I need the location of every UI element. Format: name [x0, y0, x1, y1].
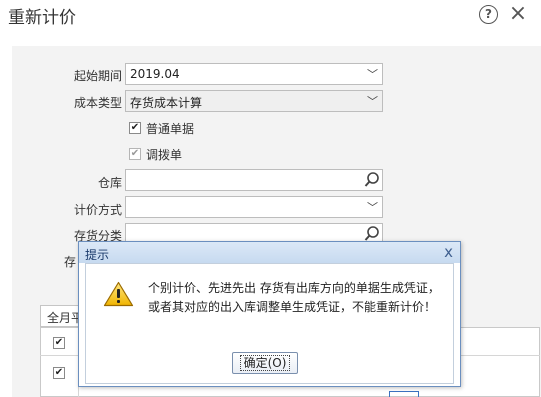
- warehouse-label: 仓库: [97, 176, 122, 190]
- grid-header-checkbox[interactable]: ✔: [53, 337, 65, 349]
- normal-doc-label: 普通单据: [146, 122, 195, 136]
- hidden-field-label: 存: [63, 255, 76, 269]
- ok-button-label: 确定(O): [239, 355, 291, 371]
- magnifier-icon[interactable]: [364, 171, 380, 189]
- start-period-label: 起始期间: [73, 69, 122, 83]
- grid-row-checkbox[interactable]: ✔: [53, 367, 65, 379]
- dialog-header: 提示 x: [79, 242, 460, 263]
- start-period-value: 2019.04: [130, 67, 180, 81]
- normal-doc-checkbox[interactable]: ✔: [129, 122, 141, 134]
- prompt-dialog: 提示 x 个别计价、先进先出 存货有出库方向的单据生成凭证，或者其对应的出入库调…: [78, 241, 461, 387]
- pricing-method-label: 计价方式: [73, 203, 122, 217]
- cost-type-value: 存货成本计算: [130, 96, 203, 110]
- dialog-body: 个别计价、先进先出 存货有出库方向的单据生成凭证，或者其对应的出入库调整单生成凭…: [85, 263, 454, 384]
- window-title: 重新计价: [8, 8, 76, 28]
- close-icon[interactable]: x: [444, 243, 453, 261]
- grid-cell-focus: [389, 391, 419, 397]
- warning-triangle-icon: [103, 281, 134, 307]
- pricing-method-select[interactable]: ﹀: [125, 196, 383, 218]
- warehouse-input[interactable]: [125, 169, 383, 191]
- chevron-down-icon[interactable]: ﹀: [367, 93, 378, 109]
- transfer-doc-checkbox[interactable]: ✔: [129, 148, 141, 160]
- start-period-select[interactable]: 2019.04 ﹀: [125, 63, 383, 85]
- dialog-title: 提示: [85, 248, 110, 262]
- chevron-down-icon[interactable]: ﹀: [367, 66, 378, 82]
- ok-button[interactable]: 确定(O): [232, 352, 298, 374]
- chevron-down-icon[interactable]: ﹀: [367, 199, 378, 215]
- cost-type-label: 成本类型: [73, 96, 122, 110]
- transfer-doc-label: 调拨单: [146, 148, 183, 162]
- cost-type-select[interactable]: 存货成本计算 ﹀: [125, 90, 383, 112]
- close-icon[interactable]: ×: [507, 1, 529, 27]
- window-header: 重新计价 ? ×: [0, 0, 541, 32]
- dialog-message: 个别计价、先进先出 存货有出库方向的单据生成凭证，或者其对应的出入库调整单生成凭…: [148, 281, 440, 314]
- help-icon[interactable]: ?: [479, 5, 498, 24]
